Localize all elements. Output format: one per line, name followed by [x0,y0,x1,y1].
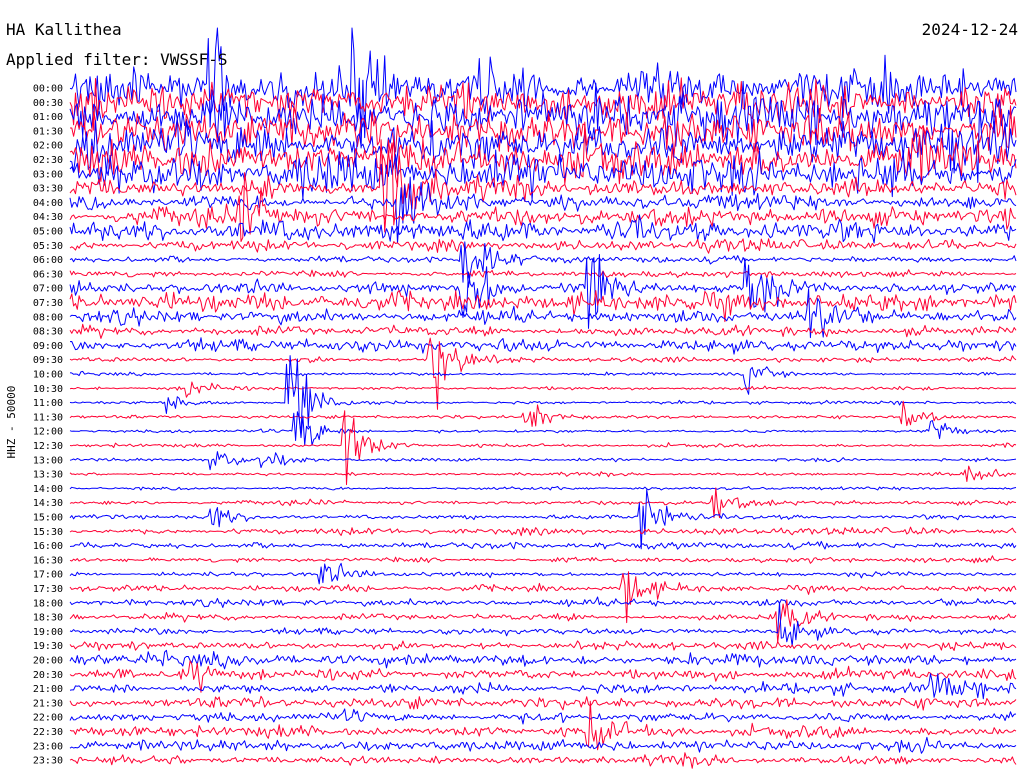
trace-row-1830 [69,599,1017,644]
time-label-2330: 23:30 [33,756,63,767]
time-label-2000: 20:00 [33,656,63,667]
time-label-0300: 03:00 [33,169,63,180]
time-label-0600: 06:00 [33,255,63,266]
time-label-layer: 00:00 00:30 01:00 01:30 02:00 02:30 03:00 03:30… [33,84,63,767]
time-label-1330: 13:30 [33,470,63,481]
helicorder-plot: 00:00 00:30 01:00 01:30 02:00 02:30 03:00 03:30… [33,27,1017,769]
time-label-1200: 12:00 [33,427,63,438]
trace-row-1700 [69,562,1017,585]
time-label-0530: 05:30 [33,241,63,252]
time-label-0230: 02:30 [33,155,63,166]
trace-row-1330 [69,465,1017,482]
time-label-2130: 21:30 [33,698,63,709]
time-label-2100: 21:00 [33,684,63,695]
trace-row-0500 [69,214,1017,244]
time-label-0630: 06:30 [33,269,63,280]
trace-row-0900 [69,337,1017,355]
time-label-1800: 18:00 [33,598,63,609]
station-title: HA Kallithea [6,20,122,39]
time-label-1400: 14:00 [33,484,63,495]
trace-row-1000 [69,366,1017,395]
time-label-1300: 13:00 [33,455,63,466]
time-label-2200: 22:00 [33,713,63,724]
channel-label: HHZ - 50000 [5,385,18,459]
time-label-1630: 16:30 [33,555,63,566]
time-label-0200: 02:00 [33,141,63,152]
trace-row-2000 [69,649,1017,670]
time-label-0830: 08:30 [33,327,63,338]
time-label-1000: 10:00 [33,370,63,381]
time-label-1500: 15:00 [33,513,63,524]
trace-row-1030 [69,381,1017,398]
trace-row-2200 [69,708,1017,725]
time-label-1700: 17:00 [33,570,63,581]
time-label-0500: 05:00 [33,227,63,238]
trace-row-1800 [69,596,1017,608]
time-label-1430: 14:30 [33,498,63,509]
trace-row-1900 [69,601,1017,647]
trace-row-0830 [69,323,1017,339]
time-label-0430: 04:30 [33,212,63,223]
trace-row-1430 [69,487,1017,519]
trace-row-0630 [69,269,1017,279]
trace-row-1630 [69,555,1017,564]
trace-row-2300 [69,736,1017,754]
trace-row-2130 [69,695,1017,711]
time-label-1530: 15:30 [33,527,63,538]
time-label-0900: 09:00 [33,341,63,352]
time-label-0700: 07:00 [33,284,63,295]
time-label-0330: 03:30 [33,184,63,195]
time-label-0800: 08:00 [33,312,63,323]
time-label-1900: 19:00 [33,627,63,638]
time-label-1930: 19:30 [33,641,63,652]
time-label-1100: 11:00 [33,398,63,409]
trace-row-1530 [69,526,1017,537]
trace-row-1600 [69,540,1017,551]
time-label-0730: 07:30 [33,298,63,309]
helicorder-chart: 00:00 00:30 01:00 01:30 02:00 02:30 03:00 03:30… [0,0,1024,780]
trace-row-2330 [69,752,1017,769]
time-label-1600: 16:00 [33,541,63,552]
time-label-0930: 09:30 [33,355,63,366]
trace-row-1200 [69,411,1017,446]
time-label-2300: 23:00 [33,741,63,752]
time-label-2030: 20:30 [33,670,63,681]
trace-row-2100 [69,673,1017,700]
trace-row-1930 [69,640,1017,651]
time-label-1230: 12:30 [33,441,63,452]
filter-label: Applied filter: VWSSF-S [6,50,228,69]
time-label-1130: 11:30 [33,412,63,423]
time-label-1030: 10:30 [33,384,63,395]
time-label-0400: 04:00 [33,198,63,209]
time-label-0100: 01:00 [33,112,63,123]
trace-row-1300 [69,451,1017,471]
time-label-1730: 17:30 [33,584,63,595]
trace-row-1130 [69,400,1017,427]
time-label-2230: 22:30 [33,727,63,738]
time-label-0000: 00:00 [33,84,63,95]
trace-layer [69,27,1017,769]
time-label-0030: 00:30 [33,98,63,109]
trace-row-0600 [69,241,1017,288]
time-label-1830: 18:30 [33,613,63,624]
trace-row-1500 [69,489,1017,550]
time-label-0130: 01:30 [33,126,63,137]
trace-row-1400 [69,486,1017,491]
date-label: 2024-12-24 [921,20,1018,39]
